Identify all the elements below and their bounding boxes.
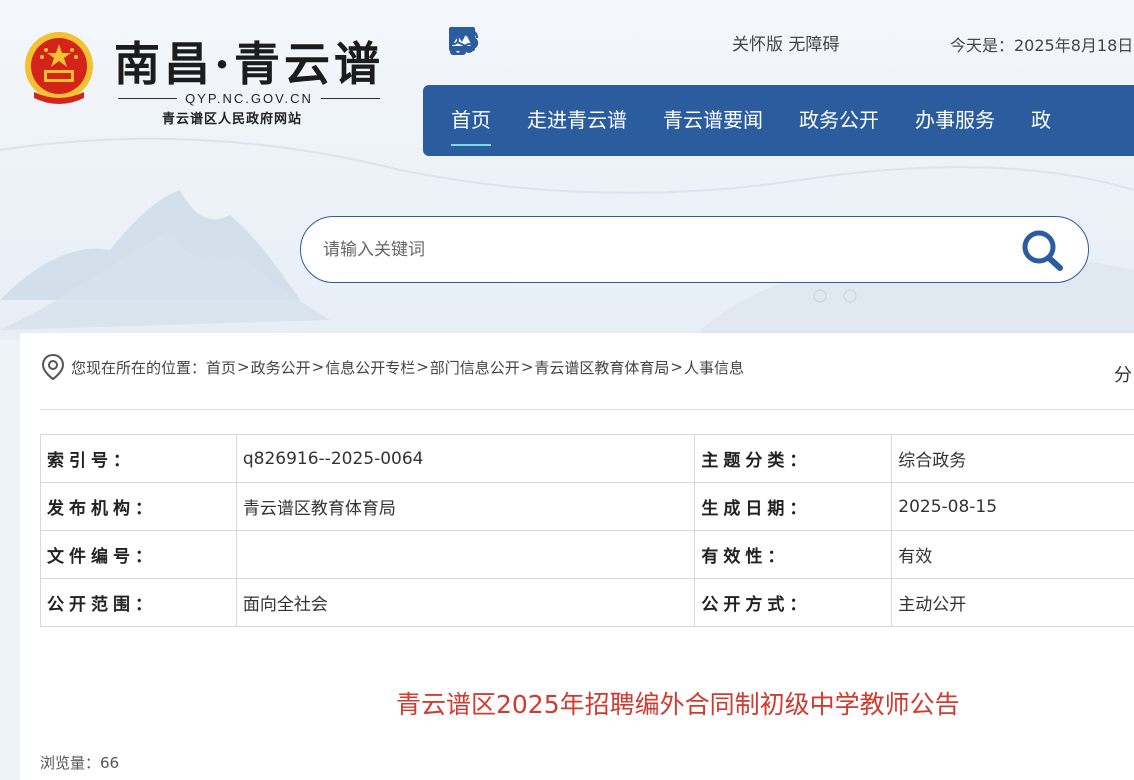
meta-value: 主动公开 <box>891 578 1134 627</box>
share-button[interactable]: 分 <box>1114 361 1132 387</box>
breadcrumb-separator: > <box>237 358 250 376</box>
nav-item-more[interactable]: 政 <box>1031 85 1051 156</box>
nav-item-about[interactable]: 走进青云谱 <box>527 85 627 156</box>
breadcrumb-home[interactable]: 首页 <box>206 357 236 378</box>
meta-value: 2025-08-15 <box>891 482 1134 531</box>
meta-key: 文件编号： <box>40 530 237 579</box>
meta-key: 生成日期： <box>694 482 893 531</box>
breadcrumb-personnel[interactable]: 人事信息 <box>684 357 744 378</box>
breadcrumb-separator: > <box>670 358 683 376</box>
site-domain: QYP.NC.GOV.CN <box>118 88 380 108</box>
table-row: 索引号： q826916--2025-0064 主题分类： 综合政务 <box>40 434 1134 483</box>
top-toolbar: 关怀版 无障碍 <box>448 26 839 58</box>
breadcrumb-separator: > <box>416 358 429 376</box>
meta-key: 公开方式： <box>694 578 893 627</box>
divider <box>40 409 1134 410</box>
breadcrumb-gov-open[interactable]: 政务公开 <box>251 357 311 378</box>
breadcrumb-separator: > <box>311 358 325 376</box>
meta-key: 发布机构： <box>40 482 237 531</box>
breadcrumb-info-column[interactable]: 信息公开专栏 <box>325 357 415 378</box>
search-input[interactable] <box>323 233 1003 267</box>
nav-item-news[interactable]: 青云谱要闻 <box>663 85 763 156</box>
site-subtitle: 青云谱区人民政府网站 <box>162 112 303 127</box>
site-title: 南昌·青云谱 <box>114 37 385 91</box>
weibo-icon[interactable] <box>449 26 540 58</box>
location-pin-icon <box>40 353 66 381</box>
breadcrumb: 您现在所在的位置： 首页 > 政务公开 > 信息公开专栏 > 部门信息公开 > … <box>40 353 744 381</box>
mobile-icon[interactable] <box>450 26 598 58</box>
national-emblem-logo[interactable] <box>22 30 96 108</box>
meta-value: q826916--2025-0064 <box>235 434 696 483</box>
table-row: 发布机构： 青云谱区教育体育局 生成日期： 2025-08-15 <box>40 482 1134 531</box>
view-count: 浏览量：66 <box>40 752 119 773</box>
meta-value: 面向全社会 <box>235 578 696 627</box>
breadcrumb-edu-bureau[interactable]: 青云谱区教育体育局 <box>534 357 669 378</box>
nav-item-home[interactable]: 首页 <box>451 85 491 156</box>
meta-value <box>235 530 696 579</box>
site-domain-text: QYP.NC.GOV.CN <box>185 90 313 106</box>
article-title: 青云谱区2025年招聘编外合同制初级中学教师公告 <box>396 690 960 719</box>
meta-key: 有效性： <box>694 530 893 579</box>
content-panel: 您现在所在的位置： 首页 > 政务公开 > 信息公开专栏 > 部门信息公开 > … <box>20 333 1134 780</box>
care-accessibility-link[interactable]: 关怀版 无障碍 <box>732 30 839 55</box>
today-date: 今天是：2025年8月18日 <box>950 36 1134 55</box>
app-icon[interactable] <box>449 26 656 58</box>
breadcrumb-prefix: 您现在所在的位置： <box>71 358 207 377</box>
view-count-value: 66 <box>100 754 120 772</box>
search-box <box>300 216 1089 283</box>
table-row: 文件编号： 有效性： 有效 <box>40 530 1134 579</box>
view-count-label: 浏览量： <box>40 754 101 772</box>
breadcrumb-dept-info[interactable]: 部门信息公开 <box>430 357 520 378</box>
nav-item-gov-open[interactable]: 政务公开 <box>799 85 879 156</box>
header-banner: 南昌·青云谱 QYP.NC.GOV.CN 青云谱区人民政府网站 关怀版 无障碍 … <box>0 0 1134 340</box>
meta-key: 公开范围： <box>40 578 237 627</box>
breadcrumb-separator: > <box>520 358 534 376</box>
search-icon[interactable] <box>1020 229 1066 273</box>
main-nav: 首页 走进青云谱 青云谱要闻 政务公开 办事服务 政 <box>423 85 1134 156</box>
meta-value: 青云谱区教育体育局 <box>235 482 696 531</box>
document-meta-table: 索引号： q826916--2025-0064 主题分类： 综合政务 发布机构：… <box>40 434 1134 627</box>
meta-value: 综合政务 <box>891 434 1134 483</box>
nav-item-services[interactable]: 办事服务 <box>915 85 995 156</box>
meta-key: 主题分类： <box>694 434 893 483</box>
share-icon[interactable] <box>449 26 714 58</box>
meta-key: 索引号： <box>40 434 237 483</box>
table-row: 公开范围： 面向全社会 公开方式： 主动公开 <box>40 578 1134 627</box>
meta-value: 有效 <box>891 530 1134 579</box>
